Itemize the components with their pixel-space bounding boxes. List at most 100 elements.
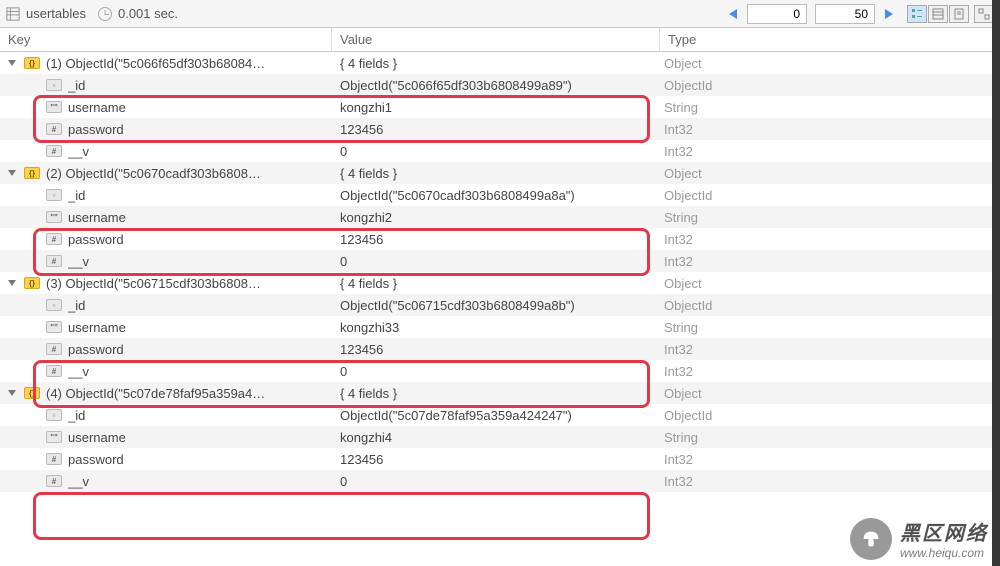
cell-type: Int32 [660,364,1000,379]
type-badge-icon: "" [46,431,62,443]
cell-value: { 4 fields } [332,56,660,71]
cell-value: 123456 [332,452,660,467]
type-badge-icon: # [46,365,62,377]
table-row[interactable]: #__v0Int32 [0,140,1000,162]
cell-value: { 4 fields } [332,166,660,181]
key-text: password [68,452,124,467]
table-row[interactable]: #password123456Int32 [0,118,1000,140]
key-text: _id [68,298,85,313]
elapsed-time: 0.001 sec. [118,6,178,21]
table-row[interactable]: ▫ _id ObjectId("5c0670cadf303b6808499a8a")… [0,184,1000,206]
cell-type: ObjectId [660,298,1000,313]
key-text: __v [68,144,89,159]
key-text: password [68,342,124,357]
type-badge-icon: {} [24,277,40,289]
table-row[interactable]: {}(4) ObjectId("5c07de78faf95a359a4…{ 4 … [0,382,1000,404]
cell-value: ObjectId("5c06715cdf303b6808499a8b") [332,298,660,313]
type-badge-icon: "" [46,211,62,223]
tree-view-button[interactable] [907,5,927,23]
watermark: 黑区网络 www.heiqu.com [850,517,988,560]
key-text: (2) ObjectId("5c0670cadf303b6808… [46,166,261,181]
cell-value: kongzhi1 [332,100,660,115]
watermark-url: www.heiqu.com [900,546,988,560]
cell-value: kongzhi4 [332,430,660,445]
header-key[interactable]: Key [0,28,332,51]
table-row[interactable]: ""usernamekongzhi2String [0,206,1000,228]
expand-toggle[interactable] [6,277,18,289]
type-badge-icon: "" [46,321,62,333]
table-row[interactable]: #__v0Int32 [0,250,1000,272]
clock-icon [98,7,112,21]
header-value[interactable]: Value [332,28,660,51]
table-row[interactable]: ""usernamekongzhi4String [0,426,1000,448]
type-badge-icon: # [46,475,62,487]
type-badge-icon: ▫ [46,79,62,91]
expand-toggle[interactable] [6,167,18,179]
table-row[interactable]: #password123456Int32 [0,448,1000,470]
expand-toggle[interactable] [6,387,18,399]
next-page-button[interactable] [879,4,899,24]
table-row[interactable]: {}(2) ObjectId("5c0670cadf303b6808…{ 4 f… [0,162,1000,184]
text-view-button[interactable] [949,5,969,23]
type-badge-icon: ▫ [46,189,62,201]
toolbar: usertables 0.001 sec. [0,0,1000,28]
highlight-box [33,492,650,540]
right-border [992,0,1000,566]
cell-value: { 4 fields } [332,386,660,401]
view-mode-group [907,5,994,23]
key-text: _id [68,188,85,203]
cell-type: ObjectId [660,188,1000,203]
key-text: __v [68,474,89,489]
type-badge-icon: {} [24,57,40,69]
data-rows: {} (1) ObjectId("5c066f65df303b68084… { 4 … [0,52,1000,492]
table-view-button[interactable] [928,5,948,23]
cell-type: Int32 [660,232,1000,247]
type-badge-icon: # [46,343,62,355]
table-row[interactable]: "" username kongzhi1String [0,96,1000,118]
type-badge-icon: # [46,145,62,157]
cell-type: String [660,320,1000,335]
key-text: username [68,320,126,335]
limit-input[interactable] [815,4,875,24]
cell-value: 0 [332,364,660,379]
key-text: (4) ObjectId("5c07de78faf95a359a4… [46,386,265,401]
type-badge-icon: ▫ [46,409,62,421]
table-row[interactable]: {}(3) ObjectId("5c06715cdf303b6808…{ 4 f… [0,272,1000,294]
type-badge-icon: # [46,255,62,267]
key-text: (1) ObjectId("5c066f65df303b68084… [46,56,265,71]
table-row[interactable]: #password123456Int32 [0,338,1000,360]
cell-type: Int32 [660,452,1000,467]
cell-value: kongzhi2 [332,210,660,225]
cell-value: ObjectId("5c0670cadf303b6808499a8a") [332,188,660,203]
cell-value: kongzhi33 [332,320,660,335]
table-row[interactable]: ▫ _id ObjectId("5c066f65df303b6808499a89")… [0,74,1000,96]
column-headers: Key Value Type [0,28,1000,52]
type-badge-icon: # [46,233,62,245]
cell-value: ObjectId("5c07de78faf95a359a424247") [332,408,660,423]
table-row[interactable]: ▫ _id ObjectId("5c06715cdf303b6808499a8b")… [0,294,1000,316]
cell-type: ObjectId [660,408,1000,423]
cell-value: ObjectId("5c066f65df303b6808499a89") [332,78,660,93]
table-row[interactable]: ▫ _id ObjectId("5c07de78faf95a359a424247")… [0,404,1000,426]
key-text: _id [68,78,85,93]
type-badge-icon: ▫ [46,299,62,311]
type-badge-icon: # [46,123,62,135]
prev-page-button[interactable] [723,4,743,24]
key-text: _id [68,408,85,423]
offset-input[interactable] [747,4,807,24]
table-row[interactable]: #password123456Int32 [0,228,1000,250]
key-text: __v [68,364,89,379]
cell-type: String [660,100,1000,115]
cell-type: String [660,430,1000,445]
table-row[interactable]: "" username kongzhi33String [0,316,1000,338]
table-row[interactable]: # __v 0Int32 [0,360,1000,382]
key-text: username [68,210,126,225]
header-type[interactable]: Type [660,28,1000,51]
expand-toggle[interactable] [6,57,18,69]
table-row[interactable]: {} (1) ObjectId("5c066f65df303b68084… { 4 … [0,52,1000,74]
collection-name: usertables [26,6,86,21]
table-row[interactable]: #__v0Int32 [0,470,1000,492]
key-text: username [68,100,126,115]
type-badge-icon: "" [46,101,62,113]
fullscreen-button[interactable] [974,5,994,23]
